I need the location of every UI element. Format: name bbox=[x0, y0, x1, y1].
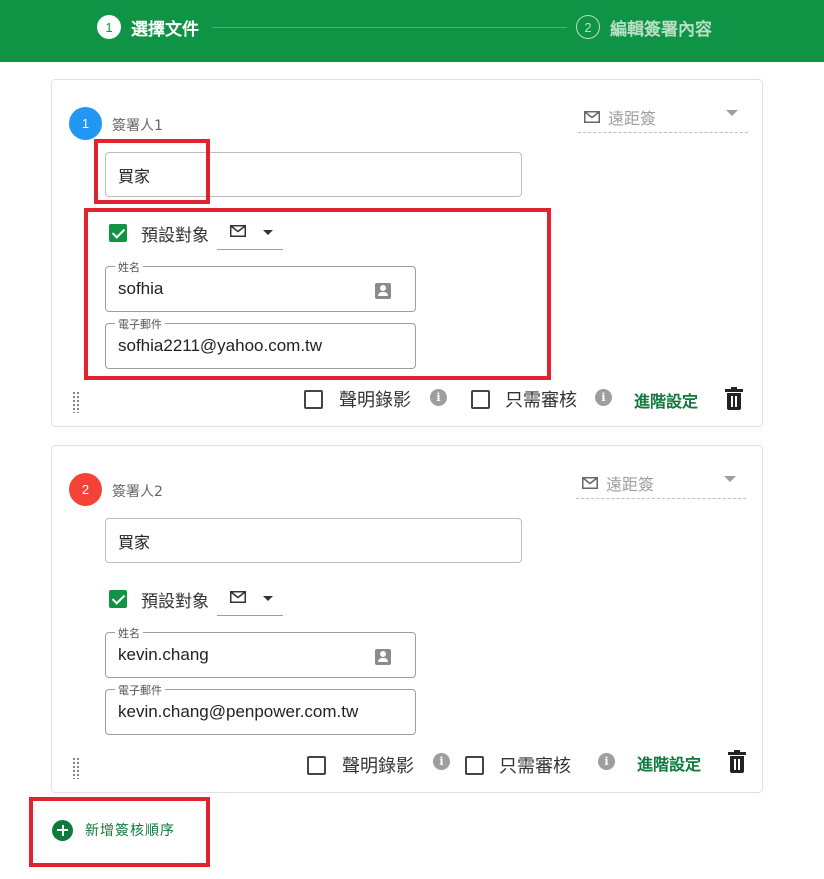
signer-role-input[interactable]: 買家 bbox=[105, 152, 522, 197]
name-field[interactable]: 姓名 sofhia bbox=[105, 259, 416, 312]
signer-order-badge: 2 bbox=[69, 473, 102, 506]
default-target-label: 預設對象 bbox=[141, 591, 209, 612]
drag-handle-icon[interactable] bbox=[72, 391, 80, 413]
email-field[interactable]: 電子郵件 sofhia2211@yahoo.com.tw bbox=[105, 316, 416, 369]
record-video-option[interactable]: 聲明錄影 bbox=[307, 754, 414, 777]
step-number: 1 bbox=[97, 15, 121, 39]
info-icon[interactable]: i bbox=[595, 389, 612, 406]
chevron-down-icon bbox=[263, 596, 273, 601]
signer-label: 簽署人1 bbox=[112, 118, 163, 134]
mail-icon bbox=[230, 591, 246, 603]
trash-icon[interactable] bbox=[728, 750, 746, 773]
review-only-label: 只需審核 bbox=[499, 756, 571, 777]
email-value: kevin.chang@penpower.com.tw bbox=[118, 702, 359, 721]
info-icon[interactable]: i bbox=[598, 753, 615, 770]
drag-handle-icon[interactable] bbox=[72, 757, 80, 779]
name-field-label: 姓名 bbox=[115, 259, 143, 275]
contact-book-icon[interactable] bbox=[375, 649, 391, 665]
signer-role-input[interactable]: 買家 bbox=[105, 518, 522, 563]
review-only-option[interactable]: 只需審核 bbox=[465, 754, 571, 777]
contact-book-icon[interactable] bbox=[375, 283, 391, 299]
plus-circle-icon bbox=[52, 819, 73, 841]
chevron-down-icon bbox=[724, 476, 736, 482]
email-value: sofhia2211@yahoo.com.tw bbox=[118, 336, 323, 355]
review-only-checkbox[interactable] bbox=[465, 755, 484, 775]
step-label: 選擇文件 bbox=[131, 19, 199, 40]
default-target-checkbox[interactable] bbox=[109, 590, 127, 608]
step-connector bbox=[212, 27, 567, 28]
chevron-down-icon bbox=[263, 230, 273, 235]
email-field[interactable]: 電子郵件 kevin.chang@penpower.com.tw bbox=[105, 682, 416, 735]
step-select-document[interactable]: 1 選擇文件 bbox=[97, 14, 199, 40]
record-video-checkbox[interactable] bbox=[307, 755, 326, 775]
name-field-label: 姓名 bbox=[115, 625, 143, 641]
default-target-checkbox[interactable] bbox=[109, 224, 127, 242]
info-icon[interactable]: i bbox=[430, 389, 447, 406]
signer-card: 1 簽署人1 遠距簽 買家 預設對象 姓名 sofhia 電子郵件 sofhia… bbox=[51, 79, 763, 427]
trash-icon[interactable] bbox=[725, 387, 743, 410]
signer-order-badge: 1 bbox=[69, 107, 102, 140]
record-video-checkbox[interactable] bbox=[304, 389, 323, 409]
record-video-option[interactable]: 聲明錄影 bbox=[304, 388, 411, 411]
name-value: kevin.chang bbox=[118, 645, 209, 664]
advanced-settings-link[interactable]: 進階設定 bbox=[634, 388, 698, 412]
add-approval-order-button[interactable]: 新增簽核順序 bbox=[52, 819, 175, 841]
signer-card: 2 簽署人2 遠距簽 買家 預設對象 姓名 kevin.chang 電子郵件 k… bbox=[51, 445, 763, 793]
default-target-row: 預設對象 bbox=[109, 216, 283, 250]
mail-icon bbox=[230, 225, 246, 237]
info-icon[interactable]: i bbox=[433, 753, 450, 770]
step-label: 編輯簽署內容 bbox=[610, 19, 712, 40]
review-only-option[interactable]: 只需審核 bbox=[471, 388, 577, 411]
advanced-settings-link[interactable]: 進階設定 bbox=[637, 751, 701, 775]
stepper-header: 1 選擇文件 2 編輯簽署內容 bbox=[0, 0, 824, 62]
add-approval-order-label: 新增簽核順序 bbox=[85, 823, 175, 839]
record-video-label: 聲明錄影 bbox=[339, 390, 411, 411]
sign-method-select[interactable]: 遠距簽 bbox=[576, 468, 746, 499]
name-value: sofhia bbox=[118, 279, 164, 298]
sign-method-value: 遠距簽 bbox=[608, 109, 657, 128]
name-field[interactable]: 姓名 kevin.chang bbox=[105, 625, 416, 678]
chevron-down-icon bbox=[726, 110, 738, 116]
mail-icon bbox=[584, 111, 600, 123]
contact-type-select[interactable] bbox=[217, 582, 283, 616]
email-field-label: 電子郵件 bbox=[115, 682, 165, 698]
sign-method-select[interactable]: 遠距簽 bbox=[578, 102, 748, 133]
review-only-checkbox[interactable] bbox=[471, 389, 490, 409]
email-field-label: 電子郵件 bbox=[115, 316, 165, 332]
signer-label: 簽署人2 bbox=[112, 484, 163, 500]
step-number: 2 bbox=[576, 15, 600, 39]
review-only-label: 只需審核 bbox=[505, 390, 577, 411]
step-edit-content[interactable]: 2 編輯簽署內容 bbox=[576, 14, 712, 40]
default-target-row: 預設對象 bbox=[109, 582, 283, 616]
default-target-label: 預設對象 bbox=[141, 225, 209, 246]
mail-icon bbox=[582, 477, 598, 489]
sign-method-value: 遠距簽 bbox=[606, 475, 655, 494]
record-video-label: 聲明錄影 bbox=[342, 756, 414, 777]
contact-type-select[interactable] bbox=[217, 216, 283, 250]
